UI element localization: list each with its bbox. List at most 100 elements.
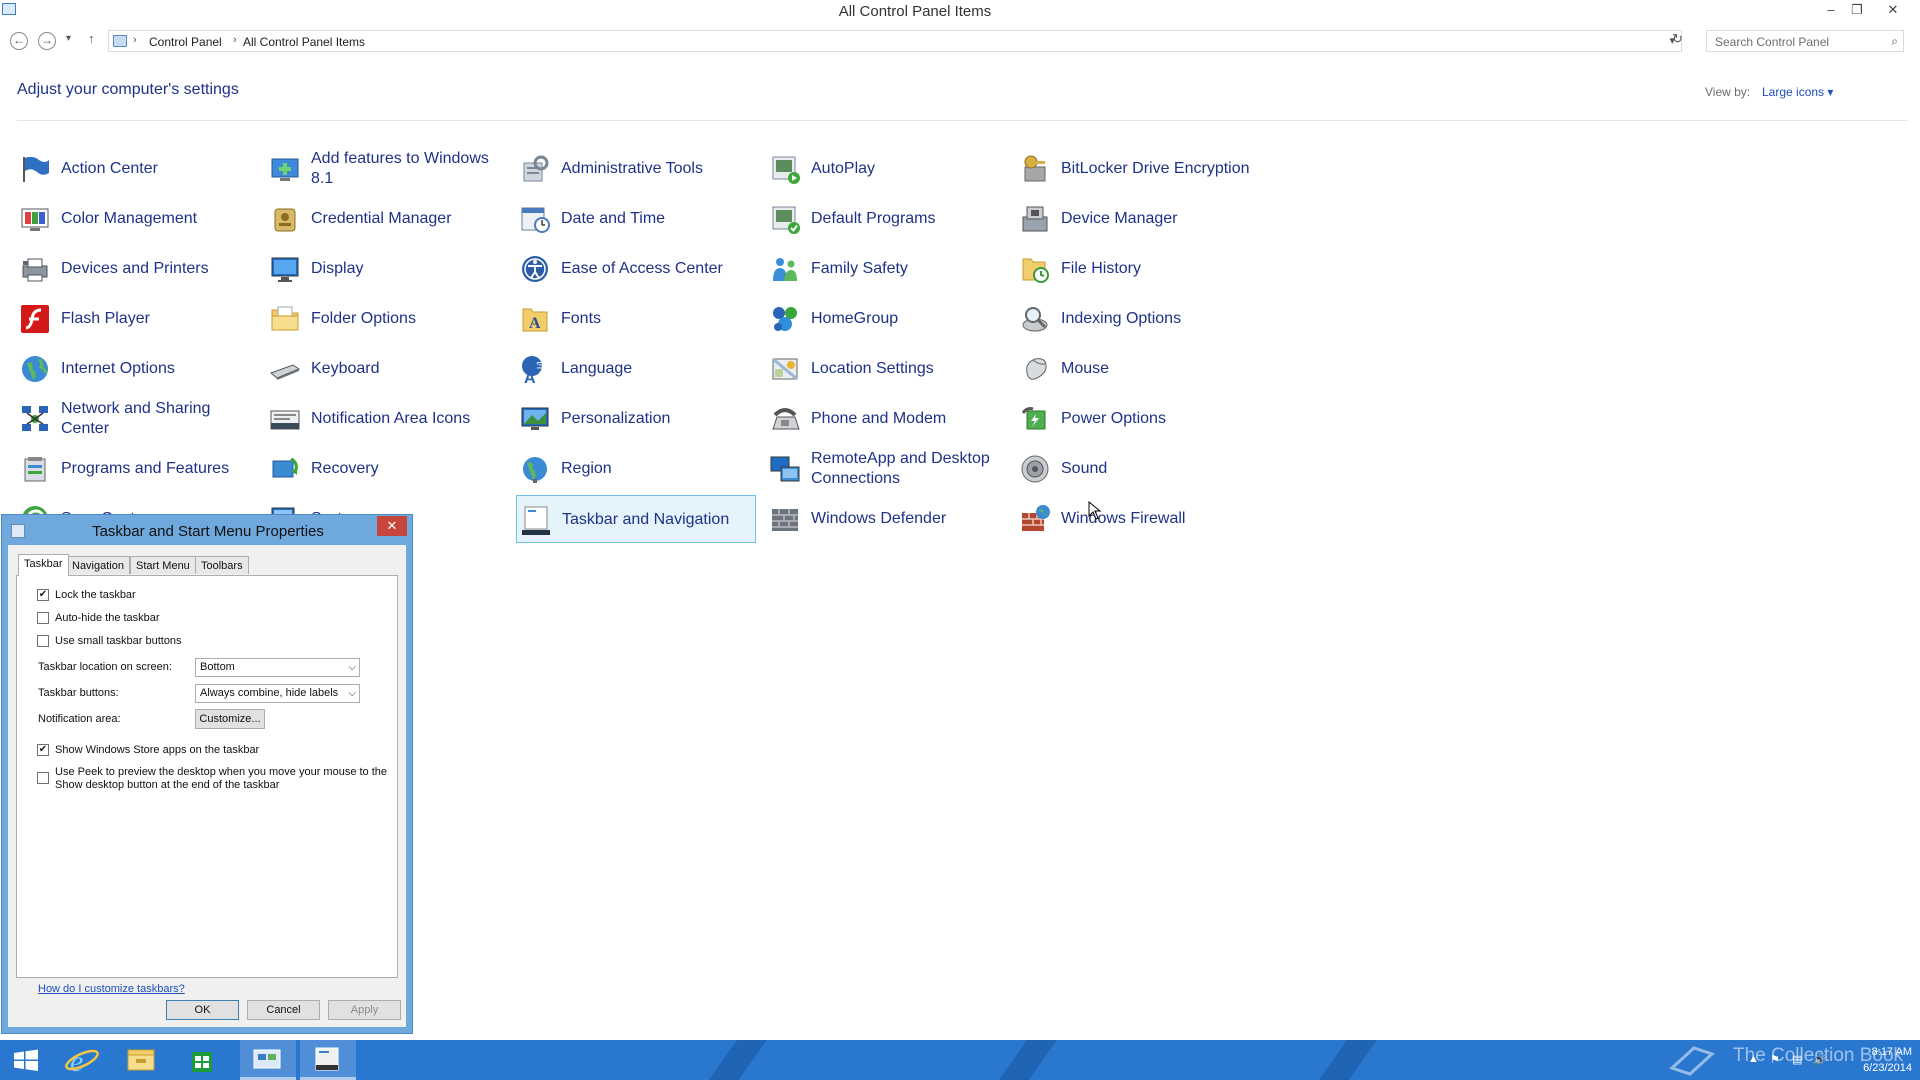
clock-date: 6/23/2014 bbox=[1863, 1062, 1912, 1074]
cp-item-add-features-to-windows-8-1[interactable]: Add features to Windows 8.1 bbox=[266, 145, 506, 193]
apply-button[interactable]: Apply bbox=[328, 1000, 401, 1020]
tab-navigation[interactable]: Navigation bbox=[66, 556, 130, 574]
cp-item-windows-defender[interactable]: Windows Defender bbox=[766, 495, 1006, 543]
cp-item-administrative-tools[interactable]: Administrative Tools bbox=[516, 145, 756, 193]
cp-item-action-center[interactable]: Action Center bbox=[16, 145, 256, 193]
cp-item-flash-player[interactable]: Flash Player bbox=[16, 295, 256, 343]
cp-item-location-settings[interactable]: Location Settings bbox=[766, 345, 1006, 393]
ok-button[interactable]: OK bbox=[166, 1000, 239, 1020]
small-buttons-checkbox[interactable] bbox=[37, 635, 49, 647]
cp-item-file-history[interactable]: File History bbox=[1016, 245, 1256, 293]
power-icon bbox=[1019, 403, 1051, 435]
show-store-apps-checkbox[interactable]: ✔ bbox=[37, 744, 49, 756]
cp-item-region[interactable]: Region bbox=[516, 445, 756, 493]
cp-item-programs-and-features[interactable]: Programs and Features bbox=[16, 445, 256, 493]
breadcrumb-all-items[interactable]: All Control Panel Items bbox=[243, 35, 365, 49]
refresh-button[interactable]: ↻ bbox=[1672, 31, 1683, 47]
cp-item-mouse[interactable]: Mouse bbox=[1016, 345, 1256, 393]
clock[interactable]: 8:17 AM 6/23/2014 bbox=[1832, 1044, 1912, 1076]
search-icon[interactable]: ⌕ bbox=[1891, 34, 1898, 49]
cp-item-network-and-sharing-center[interactable]: Network and Sharing Center bbox=[16, 395, 256, 443]
cp-item-folder-options[interactable]: Folder Options bbox=[266, 295, 506, 343]
restore-button[interactable]: ❐ bbox=[1844, 0, 1870, 20]
cp-item-device-manager[interactable]: Device Manager bbox=[1016, 195, 1256, 243]
cp-item-personalization[interactable]: Personalization bbox=[516, 395, 756, 443]
notification-area-label: Notification area: bbox=[38, 713, 121, 725]
cp-item-recovery[interactable]: Recovery bbox=[266, 445, 506, 493]
cp-item-notification-area-icons[interactable]: Notification Area Icons bbox=[266, 395, 506, 443]
action-center-flag-icon[interactable]: ⚑ bbox=[1770, 1053, 1780, 1066]
use-peek-checkbox[interactable] bbox=[37, 772, 49, 784]
window-title: All Control Panel Items bbox=[838, 3, 992, 20]
address-bar[interactable]: › Control Panel › All Control Panel Item… bbox=[108, 30, 1682, 52]
cp-item-autoplay[interactable]: AutoPlay bbox=[766, 145, 1006, 193]
cp-item-family-safety[interactable]: Family Safety bbox=[766, 245, 1006, 293]
cp-item-date-and-time[interactable]: Date and Time bbox=[516, 195, 756, 243]
chevron-down-icon: ⌵ bbox=[348, 662, 356, 673]
device-manager-icon bbox=[1019, 203, 1051, 235]
cp-item-label: Network and Sharing Center bbox=[61, 400, 211, 437]
windows-logo-icon bbox=[14, 1049, 38, 1071]
cp-item-phone-and-modem[interactable]: Phone and Modem bbox=[766, 395, 1006, 443]
taskbar-location-select[interactable]: Bottom ⌵ bbox=[195, 658, 360, 677]
cp-item-taskbar-and-navigation[interactable]: Taskbar and Navigation bbox=[516, 495, 756, 543]
show-hidden-icons-button[interactable]: ▲ bbox=[1748, 1053, 1759, 1065]
windows-store-button[interactable] bbox=[176, 1040, 232, 1080]
taskbar-buttons-select[interactable]: Always combine, hide labels ⌵ bbox=[195, 684, 360, 703]
auto-hide-checkbox[interactable] bbox=[37, 612, 49, 624]
cp-item-keyboard[interactable]: Keyboard bbox=[266, 345, 506, 393]
taskbar-properties-taskbar-button[interactable] bbox=[300, 1040, 356, 1080]
dialog-title-bar[interactable]: Taskbar and Start Menu Properties ✕ bbox=[2, 515, 412, 545]
customize-button[interactable]: Customize... bbox=[195, 709, 265, 729]
breadcrumb-separator[interactable]: › bbox=[233, 34, 237, 46]
cp-item-devices-and-printers[interactable]: Devices and Printers bbox=[16, 245, 256, 293]
cancel-button[interactable]: Cancel bbox=[247, 1000, 320, 1020]
tab-taskbar[interactable]: Taskbar bbox=[18, 554, 69, 576]
close-window-button[interactable]: ✕ bbox=[1880, 0, 1906, 20]
recent-locations-button[interactable]: ▾ bbox=[66, 33, 71, 44]
cp-item-sound[interactable]: Sound bbox=[1016, 445, 1256, 493]
cp-item-remoteapp-and-desktop-connections[interactable]: RemoteApp and Desktop Connections bbox=[766, 445, 1006, 493]
file-explorer-button[interactable] bbox=[112, 1040, 168, 1080]
control-panel-taskbar-button[interactable] bbox=[240, 1040, 296, 1080]
cp-item-label: Devices and Printers bbox=[61, 260, 209, 277]
view-by-dropdown[interactable]: Large icons ▾ bbox=[1762, 85, 1833, 99]
cp-item-windows-firewall[interactable]: Windows Firewall bbox=[1016, 495, 1256, 543]
cp-item-homegroup[interactable]: HomeGroup bbox=[766, 295, 1006, 343]
file-explorer-icon bbox=[127, 1049, 155, 1071]
cp-item-color-management[interactable]: Color Management bbox=[16, 195, 256, 243]
cp-item-fonts[interactable]: A Fonts bbox=[516, 295, 756, 343]
network-icon[interactable]: ▤ bbox=[1792, 1053, 1802, 1066]
lock-taskbar-label: Lock the taskbar bbox=[55, 589, 136, 601]
cp-item-label: Color Management bbox=[61, 210, 198, 227]
tab-toolbars[interactable]: Toolbars bbox=[195, 556, 249, 574]
cp-item-credential-manager[interactable]: Credential Manager bbox=[266, 195, 506, 243]
calendar-clock-icon bbox=[519, 203, 551, 235]
search-input[interactable]: Search Control Panel ⌕ bbox=[1706, 30, 1904, 52]
lock-taskbar-checkbox[interactable]: ✔ bbox=[37, 589, 49, 601]
cp-item-label: Power Options bbox=[1061, 410, 1166, 427]
cp-item-power-options[interactable]: Power Options bbox=[1016, 395, 1256, 443]
minimize-button[interactable]: – bbox=[1818, 0, 1844, 20]
up-button[interactable]: ↑ bbox=[88, 31, 95, 46]
start-button[interactable] bbox=[0, 1040, 56, 1080]
back-button[interactable]: ← bbox=[10, 32, 28, 50]
dialog-close-button[interactable]: ✕ bbox=[377, 516, 407, 536]
breadcrumb-separator[interactable]: › bbox=[133, 34, 137, 46]
cp-item-internet-options[interactable]: Internet Options bbox=[16, 345, 256, 393]
cp-item-label: Administrative Tools bbox=[561, 160, 703, 177]
cp-item-ease-of-access-center[interactable]: Ease of Access Center bbox=[516, 245, 756, 293]
forward-button[interactable]: → bbox=[38, 32, 56, 50]
cp-item-bitlocker-drive-encryption[interactable]: BitLocker Drive Encryption bbox=[1016, 145, 1256, 193]
volume-icon[interactable]: 🔊 bbox=[1813, 1053, 1827, 1066]
location-icon bbox=[769, 353, 801, 385]
internet-explorer-button[interactable]: e bbox=[56, 1040, 112, 1080]
help-link[interactable]: How do I customize taskbars? bbox=[38, 983, 185, 995]
cp-item-language[interactable]: A 字 Language bbox=[516, 345, 756, 393]
cp-item-display[interactable]: Display bbox=[266, 245, 506, 293]
breadcrumb-control-panel[interactable]: Control Panel bbox=[149, 35, 222, 49]
recovery-icon bbox=[269, 453, 301, 485]
cp-item-indexing-options[interactable]: Indexing Options bbox=[1016, 295, 1256, 343]
cp-item-default-programs[interactable]: Default Programs bbox=[766, 195, 1006, 243]
tab-start-menu[interactable]: Start Menu bbox=[130, 556, 196, 574]
